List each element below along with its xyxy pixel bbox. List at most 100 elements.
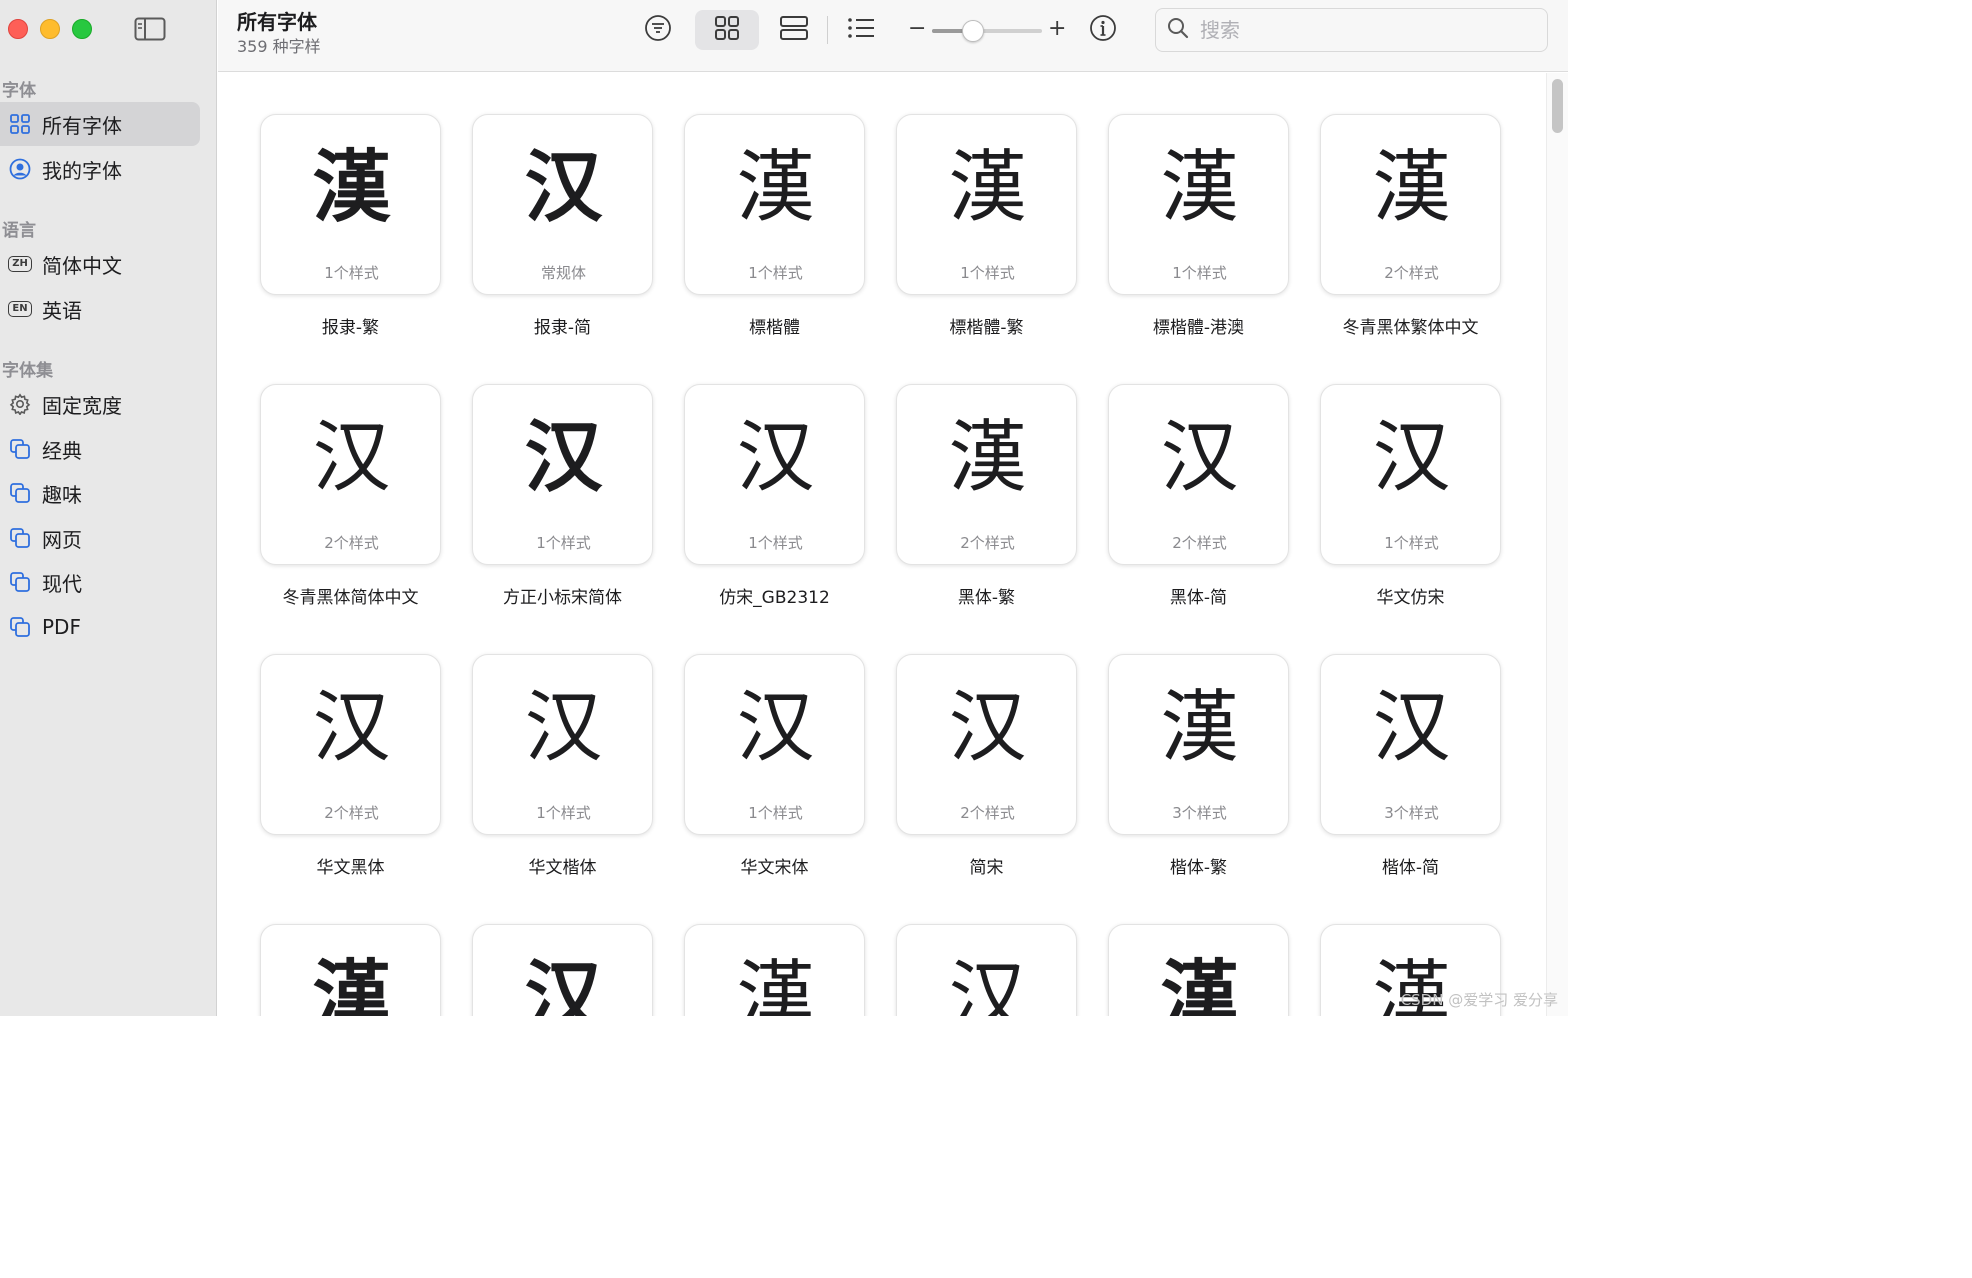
search-input[interactable]: [1200, 18, 1520, 42]
collection-icon: [8, 437, 32, 461]
font-preview-card[interactable]: 漢 1个样式: [260, 114, 441, 295]
font-preview-card[interactable]: 汉 2个样式: [1108, 384, 1289, 565]
font-tile[interactable]: 汉 2个样式 华文黑体: [260, 654, 441, 924]
font-tile[interactable]: 汉 2个样式冬青黑体简体中文: [260, 384, 441, 654]
font-name: 黑体-繁: [957, 588, 1016, 608]
font-preview-card[interactable]: 漢 1个样式: [1108, 114, 1289, 295]
font-preview-glyph: 漢: [948, 143, 1027, 233]
slider-thumb[interactable]: [961, 20, 984, 42]
font-preview-card[interactable]: 漢 2个样式: [1320, 114, 1501, 295]
sidebar-item-classic[interactable]: 经典: [0, 427, 200, 471]
info-button[interactable]: [1085, 10, 1121, 50]
style-count: 2个样式: [960, 804, 1015, 822]
font-preview-card[interactable]: 漢: [1108, 924, 1289, 1016]
sidebar-item-modern[interactable]: 现代: [0, 560, 200, 604]
style-count: 3个样式: [1384, 804, 1439, 822]
zoom-out-button[interactable]: −: [908, 16, 926, 41]
font-tile[interactable]: 汉 1个样式 华文楷体: [472, 654, 653, 924]
font-preview-card[interactable]: 汉 2个样式: [260, 654, 441, 835]
preview-size-slider[interactable]: − +: [908, 14, 1068, 46]
font-tile[interactable]: 汉: [472, 924, 653, 1016]
close-window-button[interactable]: [8, 19, 28, 39]
font-preview-card[interactable]: 汉常规体: [472, 114, 653, 295]
font-tile[interactable]: 汉 2个样式黑体-简: [1108, 384, 1289, 654]
font-tile[interactable]: 漢 1个样式 报隶-繁: [260, 114, 441, 384]
font-tile[interactable]: 漢 1个样式 標楷體-港澳: [1108, 114, 1289, 384]
font-preview-card[interactable]: 汉 3个样式: [1320, 654, 1501, 835]
zh-badge-icon: ZH: [8, 252, 32, 276]
font-tile[interactable]: 漢: [684, 924, 865, 1016]
font-tile[interactable]: 漢 1个样式標楷體-繁: [896, 114, 1077, 384]
sidebar-item-label: 简体中文: [42, 253, 122, 278]
font-preview-card[interactable]: 汉 2个样式: [260, 384, 441, 565]
font-tile[interactable]: 汉 1个样式 华文宋体: [684, 654, 865, 924]
vertical-scrollbar[interactable]: [1546, 73, 1568, 1016]
font-preview-card[interactable]: 漢: [684, 924, 865, 1016]
scroll-thumb[interactable]: [1552, 79, 1563, 133]
font-preview-card[interactable]: 汉 1个样式: [1320, 384, 1501, 565]
font-preview-glyph: 漢: [736, 953, 815, 1016]
font-preview-card[interactable]: 汉 2个样式: [896, 654, 1077, 835]
style-count: 2个样式: [1172, 534, 1227, 552]
strip-view-button[interactable]: [774, 10, 814, 50]
font-preview-glyph: 漢: [312, 953, 391, 1016]
filter-button[interactable]: [638, 10, 678, 50]
font-preview-card[interactable]: 漢 1个样式: [896, 114, 1077, 295]
font-preview-card[interactable]: 漢 2个样式: [896, 384, 1077, 565]
font-tile[interactable]: 漢 2个样式黑体-繁: [896, 384, 1077, 654]
minimize-window-button[interactable]: [40, 19, 60, 39]
sidebar-item-label: 固定宽度: [42, 393, 122, 418]
font-preview-card[interactable]: 汉: [896, 924, 1077, 1016]
font-tile[interactable]: 汉 1个样式 仿宋_GB2312: [684, 384, 865, 654]
font-tile[interactable]: 漢 2个样式 冬青黑体繁体中文: [1320, 114, 1501, 384]
search-field[interactable]: [1155, 8, 1548, 52]
sidebar-toggle-icon[interactable]: [134, 17, 166, 41]
search-icon: [1166, 16, 1190, 44]
font-tile[interactable]: 汉: [896, 924, 1077, 1016]
font-preview-glyph: 汉: [312, 683, 391, 773]
font-preview-card[interactable]: 漢 3个样式: [1108, 654, 1289, 835]
grid-view-button[interactable]: [695, 10, 759, 50]
sidebar-item-english[interactable]: EN 英语: [0, 287, 200, 331]
font-tile[interactable]: 汉 2个样式 简宋: [896, 654, 1077, 924]
font-name: 標楷體-繁: [949, 318, 1024, 338]
sidebar-item-my-fonts[interactable]: 我的字体: [0, 147, 200, 191]
watermark: CSDN @爱学习 爱分享: [1400, 991, 1558, 1009]
font-preview-card[interactable]: 汉 1个样式: [472, 654, 653, 835]
font-tile[interactable]: 汉 3个样式 楷体-简: [1320, 654, 1501, 924]
font-preview-card[interactable]: 汉 1个样式: [684, 654, 865, 835]
font-tile[interactable]: 汉 1个样式 华文仿宋: [1320, 384, 1501, 654]
font-preview-card[interactable]: 漢 1个样式: [684, 114, 865, 295]
font-tile[interactable]: 汉常规体 报隶-简: [472, 114, 653, 384]
font-tile[interactable]: 漢 1个样式標楷體: [684, 114, 865, 384]
typeface-count: 359 种字样: [237, 37, 321, 56]
zoom-in-button[interactable]: +: [1048, 16, 1066, 41]
sidebar-item-pdf[interactable]: PDF: [0, 605, 200, 649]
font-tile[interactable]: 汉 1个样式 方正小标宋简体: [472, 384, 653, 654]
sidebar-item-fun[interactable]: 趣味: [0, 471, 200, 515]
sidebar-item-web[interactable]: 网页: [0, 516, 200, 560]
page-title: 所有字体: [237, 10, 317, 34]
section-title-fonts: 字体: [2, 81, 36, 101]
list-view-button[interactable]: [841, 10, 881, 50]
font-tile[interactable]: 漢: [1108, 924, 1289, 1016]
font-preview-glyph: 汉: [736, 413, 815, 503]
font-name: 黑体-简: [1169, 588, 1228, 608]
sidebar-item-fixed-width[interactable]: 固定宽度: [0, 382, 200, 426]
sidebar-item-simplified-chinese[interactable]: ZH 简体中文: [0, 242, 200, 286]
style-count: 2个样式: [960, 534, 1015, 552]
style-count: 常规体: [540, 264, 586, 282]
sidebar-item-all-fonts[interactable]: 所有字体: [0, 102, 200, 146]
font-name: 標楷體: [749, 318, 800, 338]
font-tile[interactable]: 漢 3个样式 楷体-繁: [1108, 654, 1289, 924]
zoom-window-button[interactable]: [72, 19, 92, 39]
list-view-icon: [846, 14, 876, 46]
font-preview-card[interactable]: 汉 1个样式: [684, 384, 865, 565]
font-preview-glyph: 漢: [1372, 143, 1451, 233]
font-name: 冬青黑体简体中文: [282, 588, 419, 608]
font-preview-card[interactable]: 漢: [260, 924, 441, 1016]
font-tile[interactable]: 漢: [260, 924, 441, 1016]
gear-icon: [8, 392, 32, 416]
font-preview-card[interactable]: 汉: [472, 924, 653, 1016]
font-preview-card[interactable]: 汉 1个样式: [472, 384, 653, 565]
